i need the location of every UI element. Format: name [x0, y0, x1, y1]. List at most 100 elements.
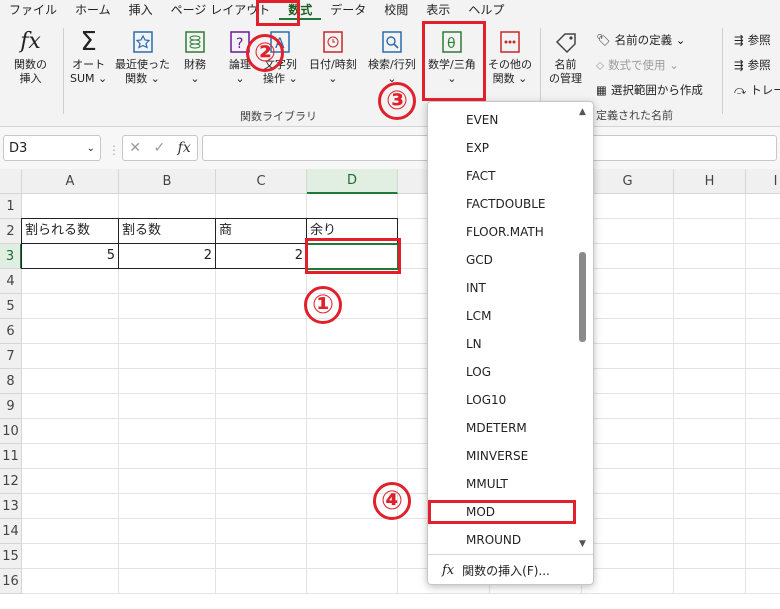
cell-h8[interactable]: [674, 369, 746, 394]
cell-h12[interactable]: [674, 469, 746, 494]
column-header-a[interactable]: A: [22, 169, 119, 194]
function-item-fact[interactable]: FACT: [466, 169, 496, 183]
cell-c8[interactable]: [216, 369, 307, 394]
cell-i12[interactable]: [746, 469, 780, 494]
cell-i4[interactable]: [746, 269, 780, 294]
cell-b13[interactable]: [119, 494, 216, 519]
column-header-d[interactable]: D: [307, 169, 398, 194]
cell-a6[interactable]: [22, 319, 119, 344]
cell-c4[interactable]: [216, 269, 307, 294]
cell-a12[interactable]: [22, 469, 119, 494]
cell-g6[interactable]: [582, 319, 674, 344]
cell-g12[interactable]: [582, 469, 674, 494]
cell-b10[interactable]: [119, 419, 216, 444]
name-manager-button[interactable]: 名前 の管理: [549, 26, 582, 86]
cell-c7[interactable]: [216, 344, 307, 369]
cell-i6[interactable]: [746, 319, 780, 344]
cell-b6[interactable]: [119, 319, 216, 344]
row-header-5[interactable]: 5: [0, 294, 22, 319]
cell-c11[interactable]: [216, 444, 307, 469]
cell-d14[interactable]: [307, 519, 398, 544]
cell-c3[interactable]: 2: [215, 243, 307, 269]
cell-d9[interactable]: [307, 394, 398, 419]
function-item-floor-math[interactable]: FLOOR.MATH: [466, 225, 544, 239]
cell-h14[interactable]: [674, 519, 746, 544]
row-header-6[interactable]: 6: [0, 319, 22, 344]
function-item-mmult[interactable]: MMULT: [466, 477, 508, 491]
cell-g15[interactable]: [582, 544, 674, 569]
row-header-14[interactable]: 14: [0, 519, 22, 544]
column-header-c[interactable]: C: [216, 169, 307, 194]
autosum-button[interactable]: Σ オート SUM ⌄: [70, 26, 107, 86]
cell-b16[interactable]: [119, 569, 216, 594]
cell-g14[interactable]: [582, 519, 674, 544]
cell-g13[interactable]: [582, 494, 674, 519]
function-item-log[interactable]: LOG: [466, 365, 491, 379]
cell-d16[interactable]: [307, 569, 398, 594]
column-header-h[interactable]: H: [674, 169, 746, 194]
function-item-mdeterm[interactable]: MDETERM: [466, 421, 527, 435]
function-item-minverse[interactable]: MINVERSE: [466, 449, 528, 463]
function-item-gcd[interactable]: GCD: [466, 253, 493, 267]
cell-g7[interactable]: [582, 344, 674, 369]
cell-i8[interactable]: [746, 369, 780, 394]
cell-c10[interactable]: [216, 419, 307, 444]
tab-insert[interactable]: 挿入: [120, 0, 162, 20]
tab-view[interactable]: 表示: [417, 0, 459, 20]
cell-d8[interactable]: [307, 369, 398, 394]
trace-precedents-button[interactable]: ⇶ 参照: [734, 32, 771, 48]
function-item-log10[interactable]: LOG10: [466, 393, 506, 407]
cell-b5[interactable]: [119, 294, 216, 319]
tab-help[interactable]: ヘルプ: [459, 0, 513, 20]
row-header-8[interactable]: 8: [0, 369, 22, 394]
cell-a2[interactable]: 割られる数: [21, 218, 119, 244]
name-box[interactable]: D3 ⌄: [3, 135, 101, 161]
cell-g16[interactable]: [582, 569, 674, 594]
cell-i11[interactable]: [746, 444, 780, 469]
row-header-2[interactable]: 2: [0, 219, 22, 244]
cell-b11[interactable]: [119, 444, 216, 469]
cell-h9[interactable]: [674, 394, 746, 419]
cell-b12[interactable]: [119, 469, 216, 494]
function-item-factdouble[interactable]: FACTDOUBLE: [466, 197, 545, 211]
cell-i9[interactable]: [746, 394, 780, 419]
financial-button[interactable]: 財務 ⌄: [180, 26, 210, 86]
cell-g8[interactable]: [582, 369, 674, 394]
insert-function-menu-item[interactable]: fx 関数の挿入(F)...: [442, 562, 550, 579]
tab-data[interactable]: データ: [321, 0, 375, 20]
datetime-button[interactable]: 日付/時刻 ⌄: [309, 26, 357, 86]
column-header-b[interactable]: B: [119, 169, 216, 194]
row-header-11[interactable]: 11: [0, 444, 22, 469]
cell-h16[interactable]: [674, 569, 746, 594]
cell-c14[interactable]: [216, 519, 307, 544]
cell-b4[interactable]: [119, 269, 216, 294]
recent-functions-button[interactable]: 最近使った 関数 ⌄: [115, 26, 170, 86]
cell-g5[interactable]: [582, 294, 674, 319]
cell-b2[interactable]: 割る数: [118, 218, 216, 244]
cell-b14[interactable]: [119, 519, 216, 544]
cell-c2[interactable]: 商: [215, 218, 307, 244]
select-all-corner[interactable]: [0, 169, 22, 194]
cell-d1[interactable]: [307, 194, 398, 219]
cell-h4[interactable]: [674, 269, 746, 294]
cell-a4[interactable]: [22, 269, 119, 294]
function-item-even[interactable]: EVEN: [466, 113, 498, 127]
cell-h2[interactable]: [674, 219, 746, 244]
cell-g1[interactable]: [582, 194, 674, 219]
cell-i13[interactable]: [746, 494, 780, 519]
cell-h6[interactable]: [674, 319, 746, 344]
cell-a1[interactable]: [22, 194, 119, 219]
cell-i10[interactable]: [746, 419, 780, 444]
row-header-12[interactable]: 12: [0, 469, 22, 494]
cell-d15[interactable]: [307, 544, 398, 569]
cell-c16[interactable]: [216, 569, 307, 594]
lookup-reference-button[interactable]: 検索/行列 ⌄: [368, 26, 416, 86]
cell-b8[interactable]: [119, 369, 216, 394]
scrollbar-thumb[interactable]: [579, 252, 586, 342]
cell-c1[interactable]: [216, 194, 307, 219]
cell-a11[interactable]: [22, 444, 119, 469]
cell-b7[interactable]: [119, 344, 216, 369]
remove-arrows-button[interactable]: ⤼ トレー: [734, 82, 780, 98]
cell-a10[interactable]: [22, 419, 119, 444]
row-header-16[interactable]: 16: [0, 569, 22, 594]
